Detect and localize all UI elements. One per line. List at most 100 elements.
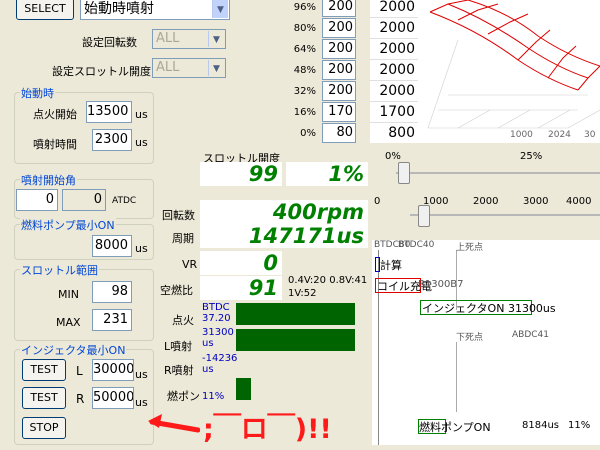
fuel-pump-on-time: 8184us xyxy=(522,420,559,431)
throttle-min-label: MIN xyxy=(58,288,79,301)
rpm-slider-track[interactable] xyxy=(410,214,600,216)
table-cell-value: 2000 xyxy=(370,80,418,101)
period-label: 周期 xyxy=(172,232,194,245)
vr-label: VR xyxy=(182,258,198,271)
map-3d-plot xyxy=(427,0,600,129)
table-row-percent: 80% xyxy=(293,23,316,34)
throttle-min-field[interactable]: 98 xyxy=(92,281,132,303)
injection-start-title: 噴射開始角 xyxy=(20,172,77,188)
injection-start-display: 0 xyxy=(62,189,106,211)
throttle-range-title: スロットル範囲 xyxy=(20,262,99,278)
table-cell-value: 2000 xyxy=(370,17,418,38)
injection-start-unit: ATDC xyxy=(112,196,137,206)
table-cell-input[interactable]: 80 xyxy=(322,123,356,143)
ignition-start-field[interactable]: 13500 xyxy=(86,101,132,123)
table-row-percent: 16% xyxy=(293,107,316,118)
calc-label: 計算 xyxy=(380,259,402,272)
injection-time-field[interactable]: 2300 xyxy=(92,129,132,151)
l-injection-text: 31300 us xyxy=(202,327,234,349)
graph-tick-2: 2024 xyxy=(548,130,571,140)
fuel-pump-label: 燃ポン xyxy=(167,390,200,403)
red-arrow-icon xyxy=(148,414,200,433)
rpm-setting-label: 設定回転数 xyxy=(82,36,137,49)
rpm-slider-label-2000: 2000 xyxy=(473,196,499,207)
rpm-setting-value: ALL xyxy=(156,31,180,46)
l-injection-label: L噴射 xyxy=(164,340,193,353)
table-cell-value: 2000 xyxy=(370,59,418,80)
abdc41-label: ABDC41 xyxy=(512,330,549,340)
injector-min-title: インジェクタ最小ON xyxy=(20,342,127,358)
graph-tick-1: 1000 xyxy=(510,130,533,140)
throttle-setting-label: 設定スロットル開度 xyxy=(52,65,151,78)
pump-min-group: 燃料ポンプ最小ON xyxy=(14,217,154,260)
table-cell-input[interactable]: 200 xyxy=(322,0,356,17)
table-row-percent: 96% xyxy=(293,2,316,13)
injection-time-unit: us xyxy=(135,136,148,149)
btdc40-label: BTDC40 xyxy=(398,240,435,250)
chevron-down-icon[interactable]: ▼ xyxy=(208,60,224,76)
l-injection-bar xyxy=(236,329,355,351)
table-cell-value: 2000 xyxy=(370,0,418,17)
throttle-slider-label-0: 0% xyxy=(385,151,401,162)
period-value: 147171us xyxy=(200,224,368,248)
throttle-setting-dropdown[interactable]: ALL ▼ xyxy=(152,58,226,78)
table-cell-value: 800 xyxy=(370,122,418,143)
afr-value: 91 xyxy=(200,276,282,300)
table-cell-input[interactable]: 200 xyxy=(322,18,356,38)
table-row-percent: 0% xyxy=(300,128,316,139)
timing-diagram: BTDC80 BTDC40 上死点 計算 コイル充電 B1300B7 インジェク… xyxy=(372,240,600,445)
test-l-button[interactable]: TEST xyxy=(22,359,66,381)
ignition-start-unit: us xyxy=(135,108,148,121)
injection-time-label: 噴射時間 xyxy=(33,138,77,151)
throttle-slider-track[interactable] xyxy=(396,172,600,174)
table-cell-input[interactable]: 200 xyxy=(322,81,356,101)
injector-on-label: インジェクタON 31300us xyxy=(422,302,556,315)
table-cell-input[interactable]: 170 xyxy=(322,102,356,122)
mode-dropdown[interactable]: 始動時噴射 ▼ xyxy=(80,0,230,20)
injection-start-field[interactable]: 0 xyxy=(16,189,58,211)
throttle-slider-thumb[interactable] xyxy=(398,162,410,184)
bottom-dead-center-label: 下死点 xyxy=(456,333,484,343)
fuel-pump-on-label: 燃料ポンプON xyxy=(419,421,491,434)
vr-value: 0 xyxy=(200,251,282,275)
injector-l-unit: us xyxy=(135,368,148,381)
rpm-slider-label-0: 0 xyxy=(374,196,381,207)
rpm-value: 400rpm xyxy=(200,200,368,224)
rpm-setting-dropdown[interactable]: ALL ▼ xyxy=(152,29,226,49)
ignition-text: BTDC 37.20 xyxy=(202,302,231,324)
chevron-down-icon[interactable]: ▼ xyxy=(212,0,228,18)
rpm-slider-label-4000: 4000 xyxy=(566,196,592,207)
ignition-bar xyxy=(236,303,355,325)
bdc-marker xyxy=(456,342,457,412)
coil-charge-tail: B1300B7 xyxy=(418,279,464,290)
injector-r-unit: us xyxy=(135,396,148,409)
select-button[interactable]: SELECT xyxy=(16,0,74,20)
injector-r-field[interactable]: 50000 xyxy=(92,387,134,409)
throttle-max-field[interactable]: 231 xyxy=(92,309,132,331)
chevron-down-icon[interactable]: ▼ xyxy=(208,31,224,47)
table-cell-value: 1700 xyxy=(370,101,418,122)
table-cell-input[interactable]: 200 xyxy=(322,39,356,59)
graph-tick-3: 30 xyxy=(584,130,596,140)
rpm-slider-label-3000: 3000 xyxy=(523,196,549,207)
table-cell-input[interactable]: 200 xyxy=(322,60,356,80)
injector-l-label: L xyxy=(76,364,83,378)
rpm-slider-thumb[interactable] xyxy=(418,205,430,227)
throttle-slider-label-25: 25% xyxy=(520,151,543,162)
fuel-pump-text: 11% xyxy=(202,391,225,402)
throttle-setting-value: ALL xyxy=(156,60,180,75)
injector-l-field[interactable]: 30000 xyxy=(92,359,134,381)
test-r-button[interactable]: TEST xyxy=(22,387,66,409)
pump-min-unit: us xyxy=(135,242,148,255)
table-row-percent: 64% xyxy=(293,44,316,55)
throttle-raw-value: 99 xyxy=(200,162,282,186)
r-injection-label: R噴射 xyxy=(164,364,194,377)
throttle-percent-value: 1% xyxy=(286,162,368,186)
pump-min-field[interactable]: 8000 xyxy=(92,235,132,257)
stop-button[interactable]: STOP xyxy=(22,417,66,439)
throttle-range-group: スロットル範囲 xyxy=(14,262,154,341)
fuel-pump-on-percent: 11% xyxy=(568,420,591,431)
throttle-max-label: MAX xyxy=(56,316,81,329)
mode-value: 始動時噴射 xyxy=(84,1,154,17)
voltage-readout: 0.4V:20 0.8V:41 1V:52 xyxy=(288,275,368,299)
